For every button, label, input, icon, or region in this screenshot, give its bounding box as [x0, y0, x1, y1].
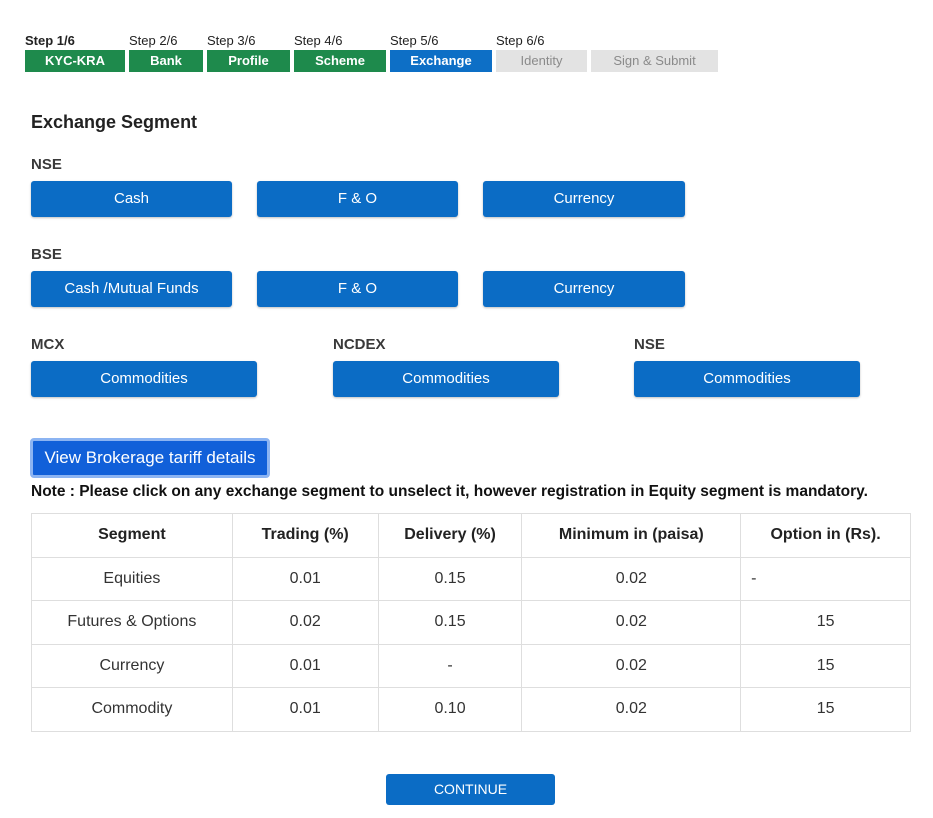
cell: 0.01	[231, 643, 379, 688]
step-name: Exchange	[390, 50, 492, 72]
bse-cash-mf-button[interactable]: Cash /Mutual Funds	[31, 271, 232, 307]
cell: Commodity	[31, 687, 233, 732]
ncdex-label: NCDEX	[333, 336, 386, 353]
step-number: Step 2/6	[129, 33, 178, 48]
table-row: Commodity 0.01 0.10 0.02 15	[31, 687, 911, 732]
page-title: Exchange Segment	[31, 112, 198, 132]
step-profile[interactable]: Step 3/6 Profile	[207, 32, 290, 72]
col-trading: Trading (%)	[231, 513, 379, 558]
ncdex-commodities-button[interactable]: Commodities	[333, 361, 559, 397]
mcx-commodities-button[interactable]: Commodities	[31, 361, 257, 397]
step-number: Step 1/6	[25, 33, 75, 48]
col-minimum: Minimum in (paisa)	[521, 513, 742, 558]
cell: Futures & Options	[31, 600, 233, 645]
step-scheme[interactable]: Step 4/6 Scheme	[294, 32, 386, 72]
note-text: Note : Please click on any exchange segm…	[31, 483, 868, 500]
progress-steps: Step 1/6 KYC-KRA Step 2/6 Bank Step 3/6 …	[25, 32, 718, 72]
table-row: Futures & Options 0.02 0.15 0.02 15	[31, 600, 911, 645]
step-bank[interactable]: Step 2/6 Bank	[129, 32, 203, 72]
step-number: Step 6/6	[496, 33, 545, 48]
cell: 0.02	[521, 600, 742, 645]
step-name: Bank	[129, 50, 203, 72]
cell: Equities	[31, 556, 233, 601]
cell: 0.10	[377, 687, 523, 732]
step-number: Step 5/6	[390, 33, 439, 48]
step-identity[interactable]: Step 6/6 Identity	[496, 32, 587, 72]
nse-commodities-button[interactable]: Commodities	[634, 361, 860, 397]
mcx-label: MCX	[31, 336, 65, 353]
nse-cash-button[interactable]: Cash	[31, 181, 232, 217]
step-name: Profile	[207, 50, 290, 72]
cell: 0.02	[521, 687, 742, 732]
nse-commodities-label: NSE	[634, 336, 665, 353]
table-row: Currency 0.01 - 0.02 15	[31, 643, 911, 688]
step-exchange[interactable]: Step 5/6 Exchange	[390, 32, 492, 72]
cell: 0.02	[521, 556, 742, 601]
step-number	[591, 32, 718, 50]
view-tariff-button[interactable]: View Brokerage tariff details	[30, 438, 270, 478]
tariff-table: Segment Trading (%) Delivery (%) Minimum…	[31, 513, 911, 732]
cell: 0.15	[377, 600, 523, 645]
cell: 0.02	[521, 643, 742, 688]
table-header-row: Segment Trading (%) Delivery (%) Minimum…	[31, 513, 911, 558]
bse-label: BSE	[31, 246, 62, 263]
cell: 0.02	[231, 600, 379, 645]
step-number: Step 3/6	[207, 33, 256, 48]
table-row: Equities 0.01 0.15 0.02 -	[31, 556, 911, 601]
nse-currency-button[interactable]: Currency	[483, 181, 685, 217]
step-name: Identity	[496, 50, 587, 72]
col-option: Option in (Rs).	[740, 513, 911, 558]
cell: -	[377, 643, 523, 688]
continue-button[interactable]: CONTINUE	[386, 774, 555, 805]
cell: Currency	[31, 643, 233, 688]
step-name: KYC-KRA	[25, 50, 125, 72]
col-delivery: Delivery (%)	[377, 513, 523, 558]
bse-fo-button[interactable]: F & O	[257, 271, 458, 307]
nse-fo-button[interactable]: F & O	[257, 181, 458, 217]
step-sign-submit[interactable]: Sign & Submit	[591, 32, 718, 72]
step-name: Scheme	[294, 50, 386, 72]
step-name: Sign & Submit	[591, 50, 718, 72]
cell: -	[740, 556, 911, 601]
col-segment: Segment	[31, 513, 233, 558]
step-kyc[interactable]: Step 1/6 KYC-KRA	[25, 32, 125, 72]
bse-currency-button[interactable]: Currency	[483, 271, 685, 307]
cell: 0.01	[231, 556, 379, 601]
cell: 15	[740, 687, 911, 732]
cell: 0.01	[231, 687, 379, 732]
cell: 15	[740, 600, 911, 645]
cell: 15	[740, 643, 911, 688]
cell: 0.15	[377, 556, 523, 601]
nse-label: NSE	[31, 156, 62, 173]
step-number: Step 4/6	[294, 33, 343, 48]
